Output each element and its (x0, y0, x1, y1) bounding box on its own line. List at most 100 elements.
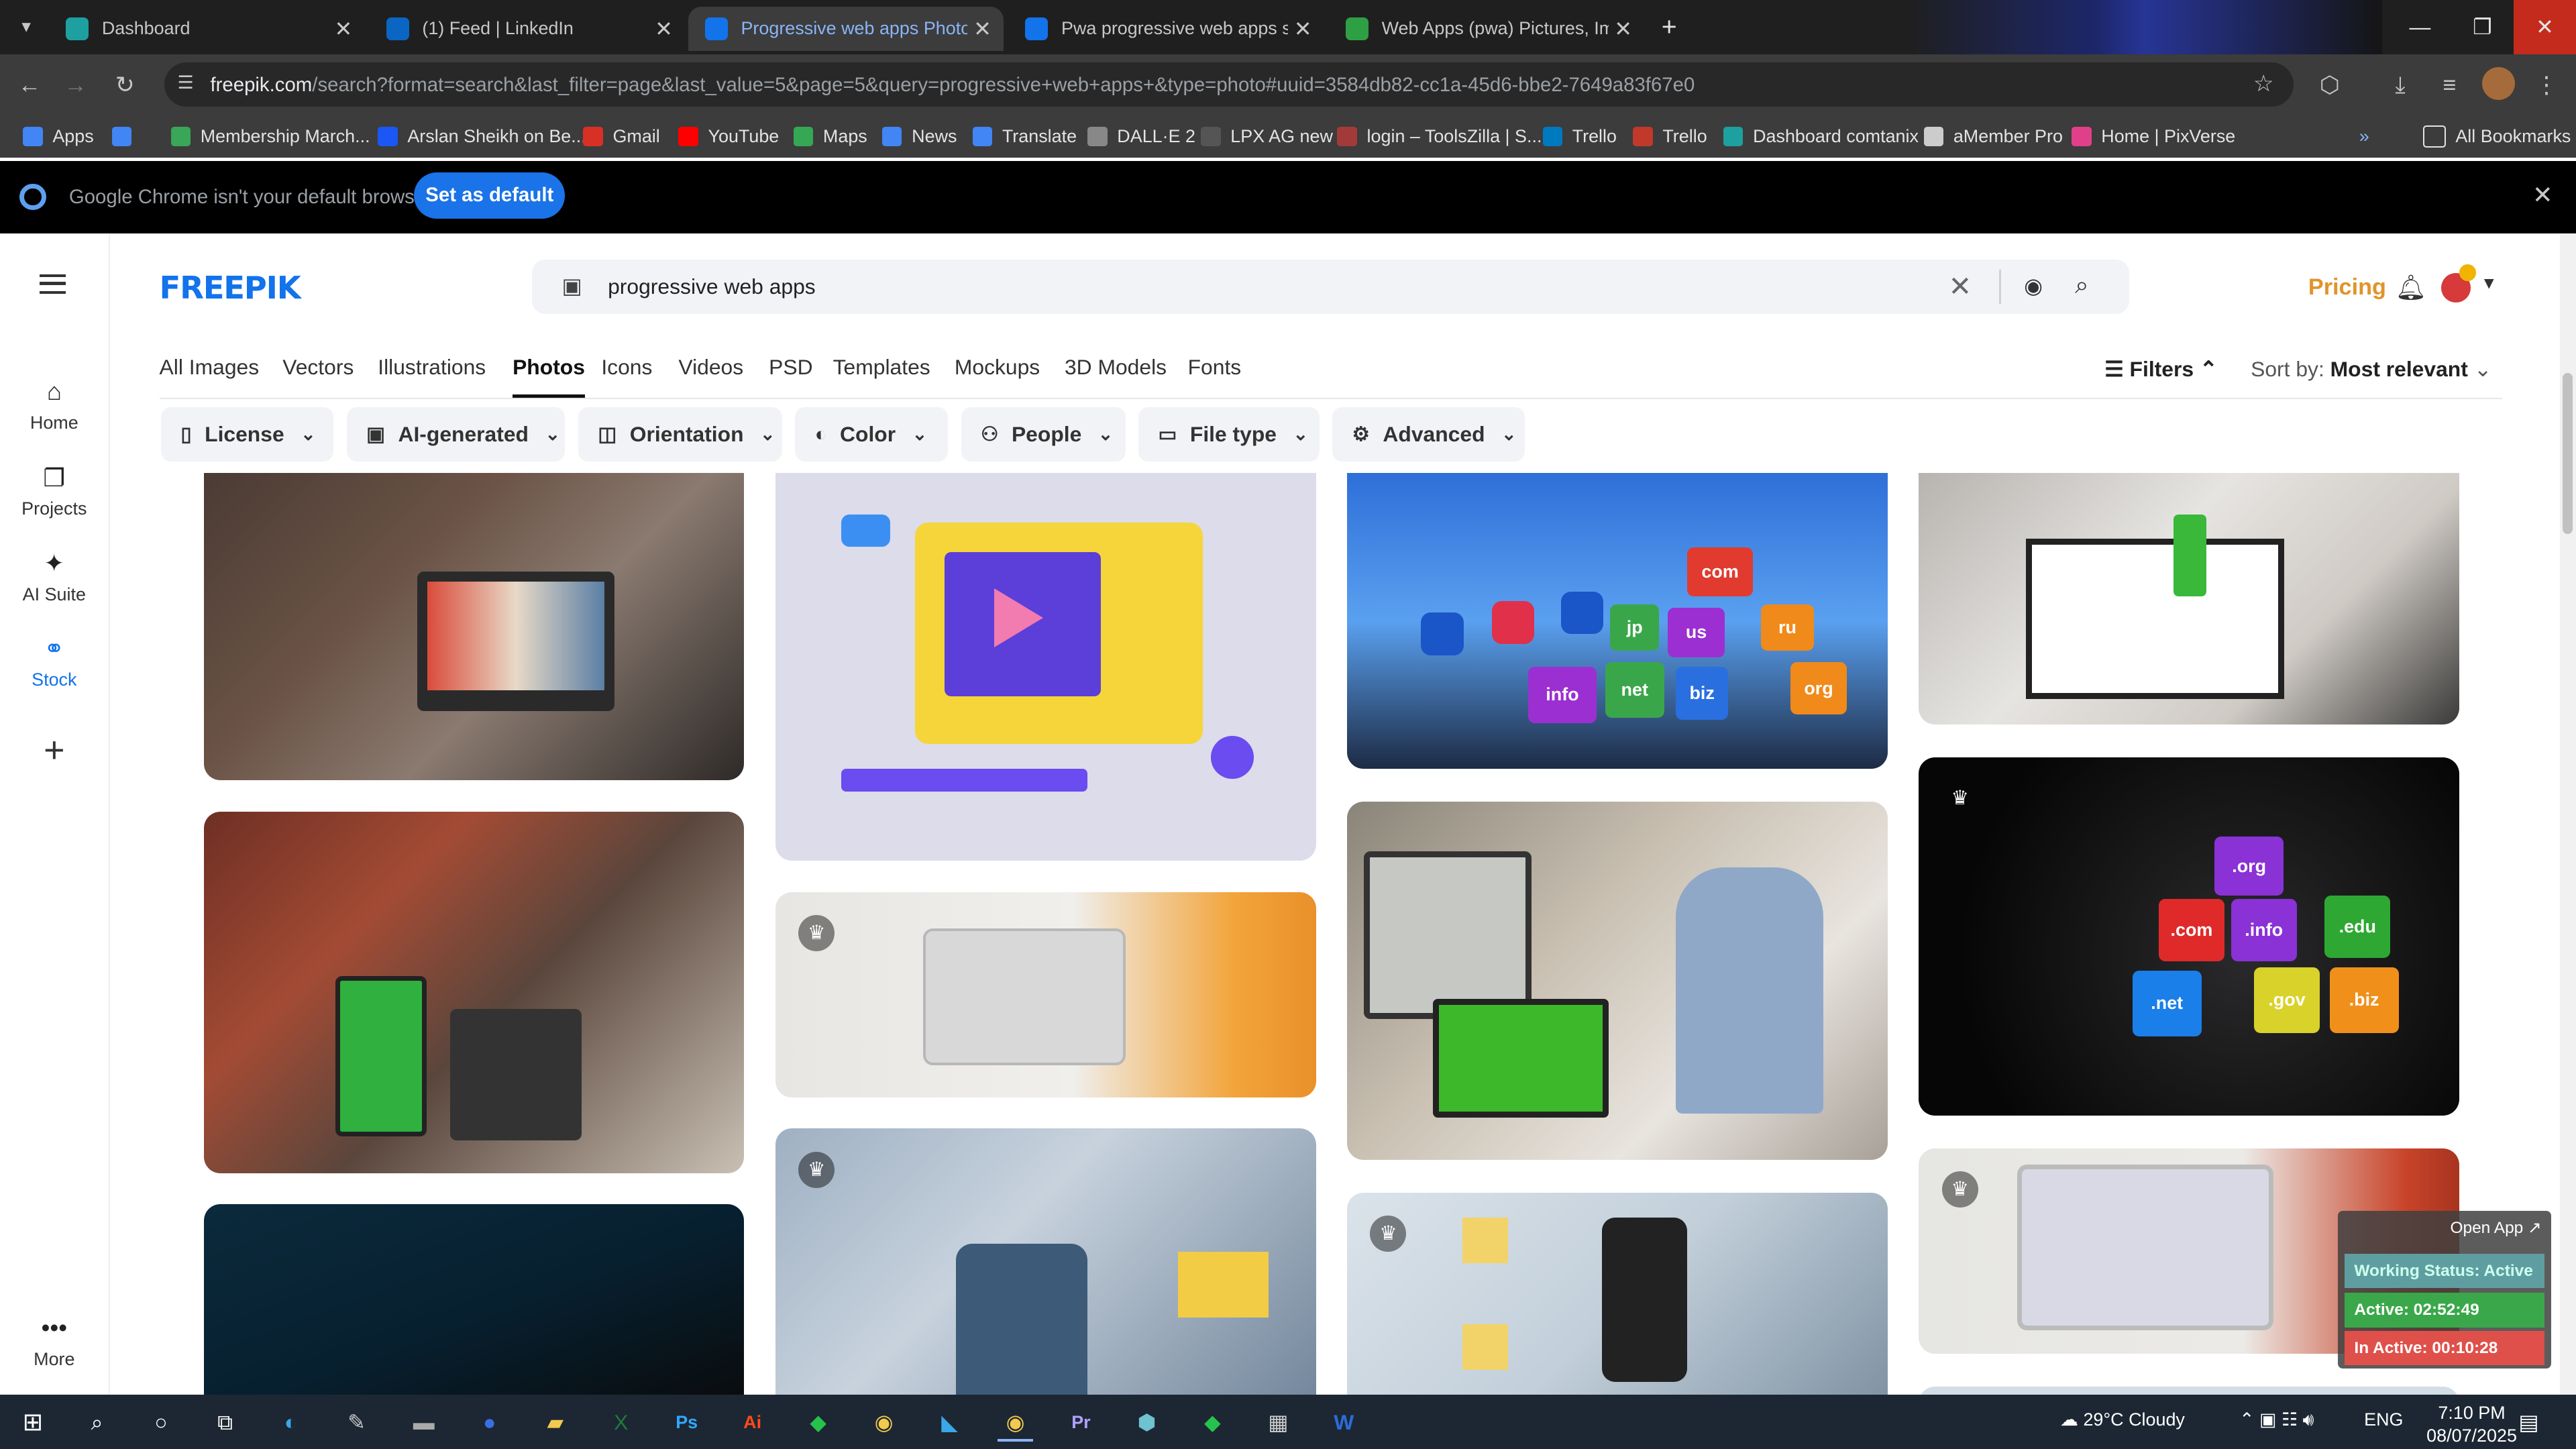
chrome-active-icon[interactable]: ◉ (997, 1406, 1034, 1442)
filters-toggle[interactable]: ☰ Filters ⌃ (2104, 356, 2217, 382)
filter-people[interactable]: ⚇ People ⌄ (961, 407, 1126, 462)
address-bar[interactable]: ☰ freepik.com/search?format=search&last_… (164, 62, 2294, 107)
sidenav-home[interactable]: ⌂ Home (0, 378, 109, 433)
windows-start-icon[interactable]: ⊞ (15, 1406, 51, 1439)
photo-office-laptop-meeting[interactable] (203, 473, 745, 781)
hamburger-menu-icon[interactable] (39, 274, 66, 294)
notifications-bell-icon[interactable]: 🔔︎ (2396, 273, 2427, 302)
sidenav-add[interactable]: + (0, 729, 109, 771)
sidenav-more[interactable]: ••• More (0, 1314, 109, 1370)
task-view-icon[interactable]: ⧉ (207, 1406, 244, 1439)
bookmark-dashboard-comtanix[interactable]: Dashboard comtanix (1723, 123, 1919, 150)
photoshop-icon[interactable]: Ps (669, 1406, 705, 1439)
pricing-link[interactable]: Pricing (2308, 274, 2386, 301)
all-bookmarks[interactable]: All Bookmarks (2423, 123, 2571, 150)
bookmark-toolszilla[interactable]: login – ToolsZilla | S... (1337, 123, 1542, 150)
clear-search-icon[interactable]: ✕ (1949, 270, 1972, 303)
restore-button[interactable]: ❐ (2451, 0, 2514, 54)
close-tab-icon[interactable]: ✕ (1288, 16, 1318, 42)
new-tab-button[interactable]: + (1653, 11, 1686, 44)
bookmark-trello-1[interactable]: Trello (1542, 123, 1617, 150)
forward-button[interactable]: → (59, 69, 92, 102)
close-window-button[interactable]: ✕ (2513, 0, 2576, 54)
notification-center-icon[interactable]: ▤ (2518, 1409, 2538, 1435)
bookmark-maps[interactable]: Maps (793, 123, 867, 150)
filter-orientation[interactable]: ◫ Orientation ⌄ (578, 407, 782, 462)
tab-linkedin[interactable]: (1) Feed | LinkedIn ✕ (370, 7, 685, 51)
bookmark-pixverse[interactable]: Home | PixVerse (2072, 123, 2235, 150)
reload-button[interactable]: ↻ (109, 69, 142, 102)
open-app-link[interactable]: Open App ↗ (2450, 1218, 2541, 1238)
download-icon[interactable]: ⤓ (2383, 69, 2416, 102)
extension-icon[interactable]: ⬡ (2313, 69, 2346, 102)
edge-icon[interactable]: ◐ (273, 1406, 309, 1439)
bookmark-gmail[interactable]: Gmail (583, 123, 660, 150)
bookmark-membership[interactable]: Membership March... (170, 123, 370, 150)
bookmark-dalle[interactable]: DALL·E 2 (1087, 123, 1195, 150)
tab-mockups[interactable]: Mockups (955, 355, 1040, 380)
camera-search-icon[interactable]: ◉ (2024, 273, 2043, 299)
photo-ux-wireframe-phone[interactable]: ♛ (1347, 1192, 1888, 1395)
tab-videos[interactable]: Videos (678, 355, 743, 380)
tab-web-apps-pictures[interactable]: Web Apps (pwa) Pictures, Imag ✕ (1329, 7, 1644, 51)
photo-man-green-screen-tablet[interactable] (203, 811, 745, 1173)
media-control-icon[interactable]: ≡ (2433, 69, 2466, 102)
photo-dark-abstract[interactable] (203, 1204, 745, 1395)
weather-widget[interactable]: ☁ 29°C Cloudy (2060, 1409, 2185, 1430)
bookmark-amember[interactable]: aMember Pro (1923, 123, 2063, 150)
profile-avatar[interactable] (2482, 67, 2516, 101)
back-button[interactable]: ← (13, 69, 46, 102)
sort-dropdown[interactable]: Sort by: Most relevant ⌄ (2251, 356, 2491, 382)
minimize-button[interactable]: — (2389, 0, 2451, 54)
browser-menu-icon[interactable]: ⋮ (2530, 69, 2563, 102)
photo-partial-next[interactable] (1919, 1386, 2460, 1395)
tray-icons[interactable]: ⌃ ▣ ☷ 🔊︎ (2239, 1409, 2314, 1431)
filter-file-type[interactable]: ▭ File type ⌄ (1138, 407, 1320, 462)
terminal-icon[interactable]: ▬ (406, 1406, 442, 1439)
tab-freepik-photos[interactable]: Progressive web apps Photos | Fr ✕ (688, 6, 1004, 51)
bookmark-translate[interactable]: Translate (972, 123, 1077, 150)
close-tab-icon[interactable]: ✕ (967, 16, 997, 42)
premiere-icon[interactable]: Pr (1063, 1406, 1099, 1439)
photo-laptop-mobile-app-design[interactable]: ♛ (775, 892, 1316, 1097)
clock[interactable]: 7:10 PM 08/07/2025 (2426, 1401, 2517, 1448)
bookmark-behance[interactable]: Arslan Sheikh on Be... (378, 123, 586, 150)
search-icon[interactable]: ⌕ (2075, 271, 2089, 300)
scrollbar-thumb[interactable] (2563, 372, 2573, 534)
filter-color[interactable]: ◐ Color ⌄ (795, 407, 949, 462)
vscode-icon[interactable]: ◣ (932, 1406, 968, 1439)
tab-psd[interactable]: PSD (769, 355, 812, 380)
freepik-logo[interactable]: FREEPIK (160, 270, 301, 306)
bookmark-news[interactable]: News (882, 123, 957, 150)
chrome-icon[interactable]: ◉ (866, 1406, 902, 1439)
photo-3d-computer-video-player[interactable] (775, 473, 1316, 861)
file-explorer-icon[interactable]: ▰ (537, 1406, 574, 1439)
close-infobar-icon[interactable]: ✕ (2532, 180, 2553, 209)
excel-icon[interactable]: X (603, 1406, 639, 1439)
page-scrollbar[interactable] (2559, 233, 2576, 1395)
pen-tool-icon[interactable]: ✎ (338, 1406, 374, 1439)
search-icon[interactable]: ⌕ (79, 1406, 115, 1439)
image-type-icon[interactable]: ▣ (562, 273, 582, 299)
search-input[interactable]: progressive web apps (608, 274, 816, 299)
tab-photos[interactable]: Photos (513, 355, 586, 398)
bookmark-grid[interactable] (111, 123, 142, 150)
site-info-icon[interactable]: ☰ (177, 72, 193, 93)
photo-keyboard-domain-cubes[interactable]: ♛ .org .com .info .edu .net .gov .biz (1919, 757, 2460, 1116)
filter-ai-generated[interactable]: ▣ AI-generated ⌄ (346, 407, 566, 462)
tab-search-icon[interactable]: ▾ (10, 10, 43, 43)
filter-advanced[interactable]: ⚙ Advanced ⌄ (1332, 407, 1525, 462)
word-icon[interactable]: W (1326, 1406, 1362, 1439)
calculator-icon[interactable]: ▦ (1260, 1406, 1296, 1439)
bookmark-youtube[interactable]: YouTube (678, 123, 779, 150)
sidenav-projects[interactable]: ❐ Projects (0, 464, 109, 520)
cortana-icon[interactable]: ○ (143, 1406, 179, 1439)
bookmark-apps[interactable]: Apps (23, 123, 94, 150)
sidenav-ai-suite[interactable]: ✦ AI Suite (0, 549, 109, 605)
zoom-app-icon[interactable]: ● (472, 1406, 508, 1439)
tab-fonts[interactable]: Fonts (1188, 355, 1242, 380)
illustrator-icon[interactable]: Ai (735, 1406, 771, 1439)
tab-illustrations[interactable]: Illustrations (378, 355, 486, 380)
set-as-default-button[interactable]: Set as default (414, 172, 566, 219)
photo-woman-tablet-green-screen[interactable] (1347, 802, 1888, 1160)
